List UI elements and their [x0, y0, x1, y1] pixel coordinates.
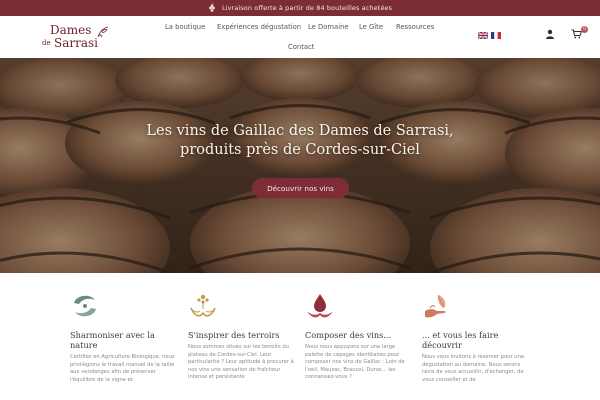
logo-line1: Dames	[50, 23, 92, 37]
wine-drop-icon	[307, 294, 333, 318]
feature-body: Certifiés en Agriculture Biologique, nou…	[70, 354, 175, 383]
nav-ressources[interactable]: Ressources	[396, 23, 434, 31]
feature-body: Nous vous invitons à réserver pour une d…	[422, 354, 525, 383]
logo-line2-small: de	[42, 39, 51, 47]
main-nav: La boutique Expériences dégustation Le D…	[160, 21, 440, 55]
feature-title: ... et vous les faire découvrir	[422, 330, 499, 350]
feature-terroirs: S'inspirer des terroirs Nous sommes situ…	[188, 291, 298, 382]
harmony-hands-icon	[74, 295, 96, 317]
hero-title-line1: Les vins de Gaillac des Dames de Sarrasi…	[146, 123, 454, 139]
nav-gite[interactable]: Le Gîte	[359, 23, 383, 31]
user-account-icon[interactable]	[545, 29, 555, 39]
nav-boutique[interactable]: La boutique	[165, 23, 205, 31]
feature-body: Nous sommes situés sur les terroirs du p…	[188, 344, 294, 381]
nav-domaine[interactable]: Le Domaine	[308, 23, 349, 31]
nav-contact[interactable]: Contact	[288, 43, 314, 51]
language-switcher	[478, 32, 501, 39]
feature-decouvrir: ... et vous les faire découvrir Nous vou…	[422, 291, 532, 384]
nav-experiences[interactable]: Expériences dégustation	[217, 23, 301, 31]
hero-overlay	[0, 58, 600, 273]
features-section: Sharmoniser avec la nature Certifiés en …	[0, 273, 600, 400]
vine-leaf-icon	[97, 26, 109, 38]
feature-body: Nous nous appuyons sur une large palette…	[305, 344, 405, 381]
cart-count-badge: 0	[581, 26, 588, 33]
promo-bar: Livraison offerte à partir de 84 bouteil…	[0, 0, 600, 16]
hands-vine-icon	[190, 294, 216, 317]
discover-wines-button[interactable]: Découvrir nos vins	[252, 178, 349, 198]
fr-flag-icon[interactable]	[491, 32, 501, 39]
feature-title: Composer des vins...	[305, 330, 392, 340]
promo-text: Livraison offerte à partir de 84 bouteil…	[221, 4, 393, 12]
feature-harmony: Sharmoniser avec la nature Certifiés en …	[70, 291, 180, 384]
feature-title: Sharmoniser avec la nature	[70, 330, 155, 350]
grape-icon	[209, 3, 215, 12]
site-logo[interactable]: Dames de Sarrasi	[40, 23, 110, 53]
site-header: Dames de Sarrasi La boutique Expériences…	[0, 16, 600, 58]
hero-title: Les vins de Gaillac des Dames de Sarrasi…	[0, 122, 600, 160]
hero-title-line2: produits près de Cordes-sur-Ciel	[180, 142, 420, 158]
feature-composer: Composer des vins... Nous nous appuyons …	[305, 291, 415, 382]
feature-title: S'inspirer des terroirs	[188, 330, 280, 340]
uk-flag-icon[interactable]	[478, 32, 488, 39]
hand-leaf-icon	[425, 294, 446, 318]
hero-banner: Les vins de Gaillac des Dames de Sarrasi…	[0, 58, 600, 273]
logo-line2: Sarrasi	[54, 36, 98, 50]
